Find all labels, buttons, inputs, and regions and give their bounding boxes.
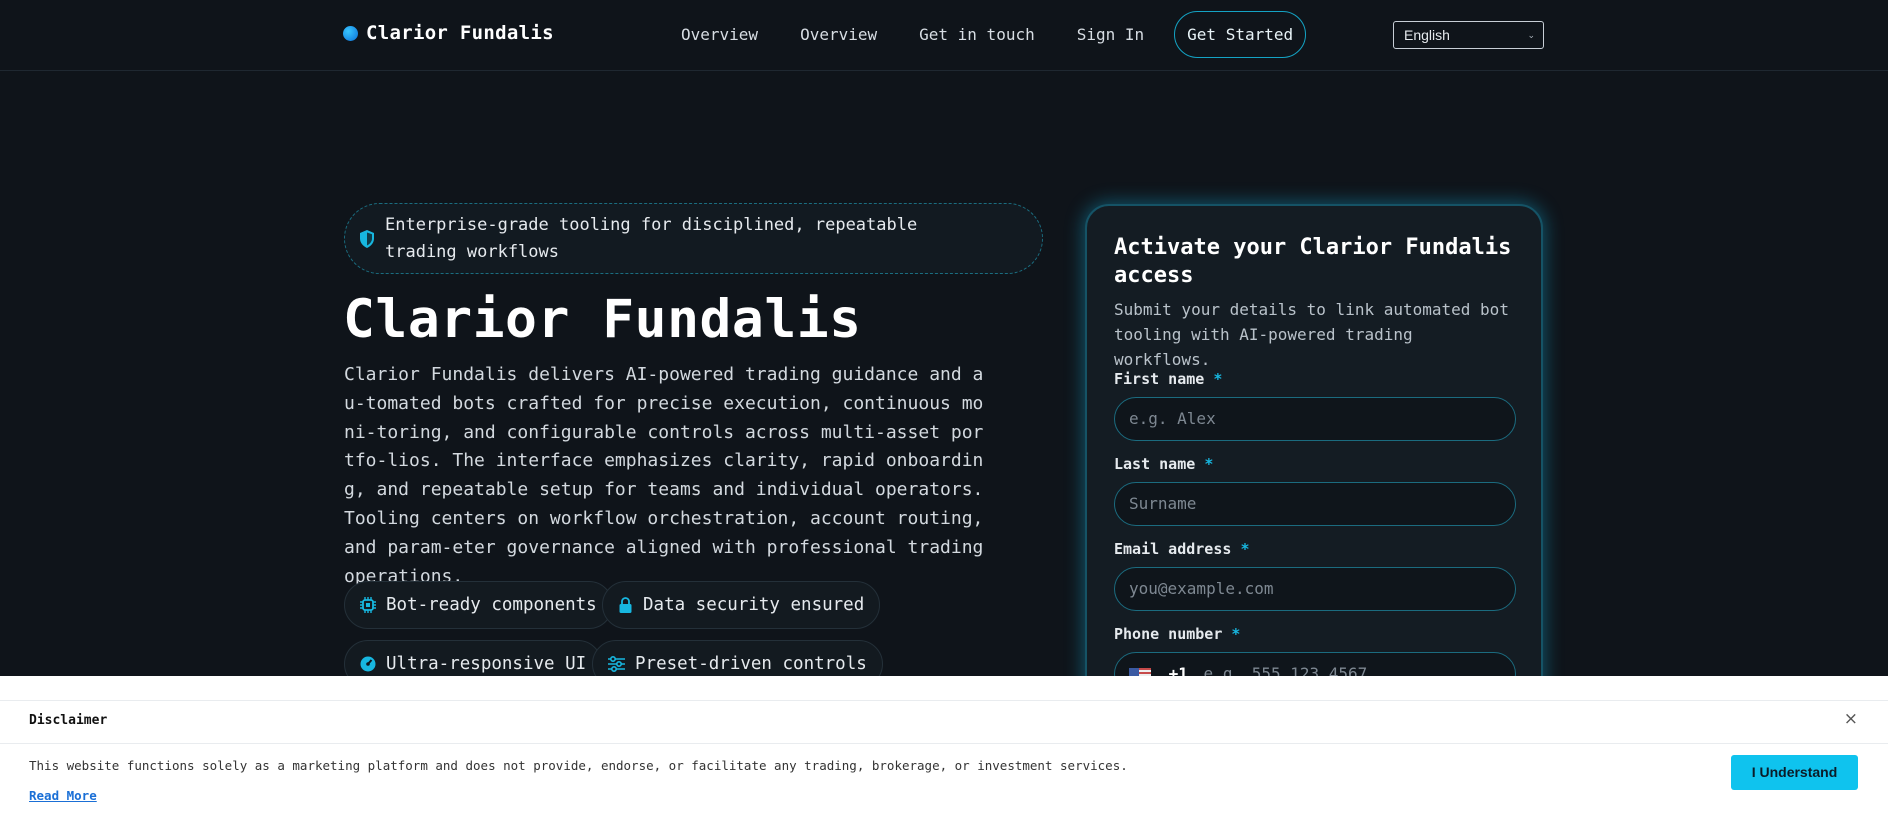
gauge-icon	[360, 656, 376, 672]
site-header: Clarior Fundalis Overview Overview Get i…	[0, 0, 1888, 71]
required-mark: *	[1204, 455, 1214, 473]
feature-label: Ultra-responsive UI	[386, 654, 587, 674]
email-label: Email address *	[1114, 540, 1249, 558]
last-name-placeholder: Surname	[1129, 494, 1197, 513]
hero-badge-text: Enterprise-grade tooling for disciplined…	[385, 214, 918, 262]
feature-chip-data-security: Data security ensured	[602, 581, 881, 629]
form-subtitle: Submit your details to link automated bo…	[1114, 300, 1509, 369]
phone-label: Phone number *	[1114, 625, 1240, 643]
required-mark: *	[1240, 540, 1250, 558]
read-more-link[interactable]: Read More	[29, 788, 97, 803]
language-select[interactable]: English ⌄	[1393, 21, 1544, 49]
disclaimer-title: Disclaimer	[29, 713, 108, 728]
feature-label: Bot-ready components	[386, 595, 597, 615]
required-mark: *	[1213, 370, 1223, 388]
first-name-label: First name *	[1114, 370, 1222, 388]
hero-title: Clarior Fundalis	[343, 289, 862, 350]
email-label-text: Email address	[1114, 540, 1232, 558]
feature-label: Data security ensured	[643, 595, 865, 615]
shield-icon	[360, 229, 374, 248]
brand-dot-icon	[343, 25, 358, 41]
get-started-button[interactable]: Get Started	[1174, 11, 1307, 58]
nav-sign-in[interactable]: Sign In	[1056, 12, 1165, 58]
i-understand-button[interactable]: I Understand	[1731, 755, 1858, 790]
disclaimer-header: Disclaimer ×	[0, 700, 1888, 744]
chip-icon	[360, 597, 376, 613]
chevron-down-icon: ⌄	[1527, 30, 1535, 40]
disclaimer-banner: Disclaimer × This website functions sole…	[0, 676, 1888, 818]
required-mark: *	[1231, 625, 1241, 643]
last-name-input[interactable]: Surname	[1114, 482, 1516, 526]
email-input[interactable]: you@example.com	[1114, 567, 1516, 611]
main-nav: Overview Overview Get in touch Sign In G…	[660, 11, 1307, 58]
lock-icon	[619, 597, 632, 613]
hero-badge: Enterprise-grade tooling for disciplined…	[344, 203, 1043, 274]
nav-overview[interactable]: Overview	[660, 12, 779, 58]
first-name-input[interactable]: e.g. Alex	[1114, 397, 1516, 441]
disclaimer-text: This website functions solely as a marke…	[29, 758, 1128, 773]
last-name-label: Last name *	[1114, 455, 1213, 473]
close-icon[interactable]: ×	[1844, 709, 1858, 729]
feature-label: Preset-driven controls	[635, 654, 867, 674]
first-name-placeholder: e.g. Alex	[1129, 409, 1216, 428]
phone-label-text: Phone number	[1114, 625, 1223, 643]
feature-chip-bot-ready: Bot-ready components	[344, 581, 613, 629]
last-name-label-text: Last name	[1114, 455, 1196, 473]
hero-description: Clarior Fundalis delivers AI-powered tra…	[344, 364, 984, 587]
nav-get-in-touch[interactable]: Get in touch	[898, 12, 1056, 58]
form-title: Activate your Clarior Fundalis access	[1114, 235, 1512, 288]
sliders-icon	[608, 656, 625, 672]
language-value: English	[1404, 27, 1450, 43]
email-placeholder: you@example.com	[1129, 579, 1274, 598]
nav-overview-2[interactable]: Overview	[779, 12, 898, 58]
brand-logo[interactable]: Clarior Fundalis	[343, 22, 554, 44]
brand-name: Clarior Fundalis	[366, 22, 554, 44]
first-name-label-text: First name	[1114, 370, 1205, 388]
